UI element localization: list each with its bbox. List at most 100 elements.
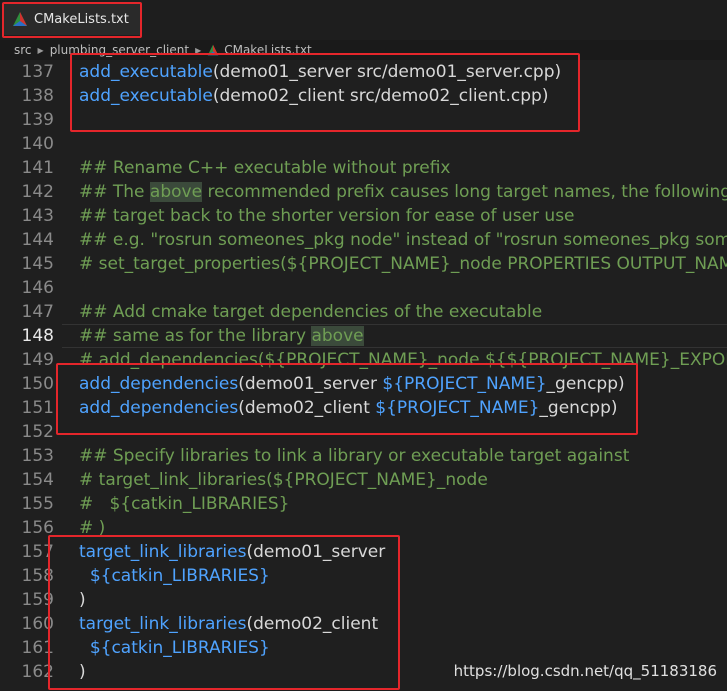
code-token: recommended prefix causes long target na… xyxy=(207,182,727,202)
breadcrumb-item-src[interactable]: src xyxy=(14,43,32,57)
code-line[interactable]: 151 add_dependencies(demo02_client ${PROJ… xyxy=(0,396,727,420)
code-token: ${catkin_LIBRARIES} xyxy=(89,566,270,586)
code-text[interactable]: add_executable(demo01_server src/demo01_… xyxy=(79,60,561,84)
code-line[interactable]: 146 xyxy=(0,276,727,300)
code-text[interactable]: ${catkin_LIBRARIES} xyxy=(79,636,270,660)
code-token: add_executable xyxy=(79,62,213,82)
code-line[interactable]: 150 add_dependencies(demo01_server ${PROJ… xyxy=(0,372,727,396)
code-text[interactable]: # target_link_libraries(${PROJECT_NAME}_… xyxy=(79,468,488,492)
chevron-right-icon: ▶ xyxy=(195,45,202,55)
code-text[interactable]: ## Specify libraries to link a library o… xyxy=(79,444,629,468)
line-number: 146 xyxy=(21,278,54,298)
line-number: 156 xyxy=(21,518,54,538)
code-text[interactable]: # add_dependencies(${PROJECT_NAME}_node … xyxy=(79,348,727,372)
line-number: 139 xyxy=(21,110,54,130)
line-number: 162 xyxy=(21,662,54,682)
code-line[interactable]: 154 # target_link_libraries(${PROJECT_NAM… xyxy=(0,468,727,492)
code-line[interactable]: 143 ## target back to the shorter version… xyxy=(0,204,727,228)
line-number: 141 xyxy=(21,158,54,178)
line-number: 161 xyxy=(21,638,54,658)
line-number: 152 xyxy=(21,422,54,442)
code-text[interactable]: add_dependencies(demo01_server ${PROJECT… xyxy=(79,372,625,396)
code-line[interactable]: 140 xyxy=(0,132,727,156)
code-token: (demo01_server xyxy=(246,542,386,562)
code-token: add_executable xyxy=(79,86,213,106)
code-line[interactable]: 161 ${catkin_LIBRARIES} xyxy=(0,636,727,660)
code-line[interactable]: 148 ## same as for the library above xyxy=(0,324,727,348)
code-token: # set_target_properties(${PROJECT_NAME}_… xyxy=(79,254,727,274)
line-number: 137 xyxy=(21,62,54,82)
tab-cmakelists[interactable]: CMakeLists.txt xyxy=(4,3,142,35)
line-number: 160 xyxy=(21,614,54,634)
code-text[interactable]: add_executable(demo02_client src/demo02_… xyxy=(79,84,548,108)
code-line[interactable]: 141 ## Rename C++ executable without pref… xyxy=(0,156,727,180)
code-token: ## Specify libraries to link a library o… xyxy=(79,446,630,466)
code-token: _gencpp) xyxy=(546,374,625,394)
code-token: above xyxy=(149,182,203,202)
code-line[interactable]: 147 ## Add cmake target dependencies of t… xyxy=(0,300,727,324)
code-token: ${catkin_LIBRARIES} xyxy=(89,638,270,658)
code-text[interactable]: ${catkin_LIBRARIES} xyxy=(79,564,270,588)
code-text[interactable]: # ${catkin_LIBRARIES} xyxy=(79,492,289,516)
code-text[interactable]: ## The above recommended prefix causes l… xyxy=(79,180,727,204)
code-line[interactable]: 144 ## e.g. "rosrun someones_pkg node" in… xyxy=(0,228,727,252)
code-text[interactable]: ## target back to the shorter version fo… xyxy=(79,204,575,228)
code-text[interactable]: ) xyxy=(79,588,86,612)
code-editor[interactable]: 137 add_executable(demo01_server src/demo… xyxy=(0,60,727,691)
code-token: ## target back to the shorter version fo… xyxy=(79,206,575,226)
code-token: ## e.g. "rosrun someones_pkg node" inste… xyxy=(79,230,727,250)
code-token: ## Rename C++ executable without prefix xyxy=(79,158,451,178)
code-line[interactable]: 149 # add_dependencies(${PROJECT_NAME}_no… xyxy=(0,348,727,372)
code-token: ## same as for the library xyxy=(79,326,312,346)
code-text[interactable]: add_dependencies(demo02_client ${PROJECT… xyxy=(79,396,618,420)
code-token: (demo02_client src/demo02_client.cpp) xyxy=(212,86,549,106)
line-number: 157 xyxy=(21,542,54,562)
code-text[interactable]: ## Rename C++ executable without prefix xyxy=(79,156,450,180)
code-line[interactable]: 156 # ) xyxy=(0,516,727,540)
line-number: 149 xyxy=(21,350,54,370)
code-token: target_link_libraries xyxy=(79,614,247,634)
code-token: add_dependencies xyxy=(79,374,239,394)
line-number: 143 xyxy=(21,206,54,226)
code-text[interactable]: ## e.g. "rosrun someones_pkg node" inste… xyxy=(79,228,727,252)
code-token: ) xyxy=(79,662,86,682)
code-text[interactable]: ## same as for the library above xyxy=(79,324,364,348)
line-number: 144 xyxy=(21,230,54,250)
line-number: 150 xyxy=(21,374,54,394)
code-token: above xyxy=(311,326,364,346)
code-text[interactable]: # set_target_properties(${PROJECT_NAME}_… xyxy=(79,252,727,276)
code-line[interactable]: 152 xyxy=(0,420,727,444)
line-number: 148 xyxy=(21,326,54,346)
code-line[interactable]: 158 ${catkin_LIBRARIES} xyxy=(0,564,727,588)
code-token: ${PROJECT_NAME} xyxy=(375,398,540,418)
code-token: add_dependencies xyxy=(79,398,239,418)
watermark: https://blog.csdn.net/qq_51183186 xyxy=(453,662,717,680)
code-text[interactable]: ## Add cmake target dependencies of the … xyxy=(79,300,542,324)
code-line[interactable]: 139 xyxy=(0,108,727,132)
breadcrumb-item-package[interactable]: plumbing_server_client xyxy=(50,43,189,57)
code-token: ) xyxy=(79,590,86,610)
code-line[interactable]: 160 target_link_libraries(demo02_client xyxy=(0,612,727,636)
line-number: 138 xyxy=(21,86,54,106)
code-line[interactable]: 155 # ${catkin_LIBRARIES} xyxy=(0,492,727,516)
breadcrumb-item-file[interactable]: CMakeLists.txt xyxy=(224,43,312,57)
code-token: # target_link_libraries(${PROJECT_NAME}_… xyxy=(79,470,488,490)
code-line[interactable]: 138 add_executable(demo02_client src/demo… xyxy=(0,84,727,108)
code-line[interactable]: 142 ## The above recommended prefix cause… xyxy=(0,180,727,204)
code-line[interactable]: 137 add_executable(demo01_server src/demo… xyxy=(0,60,727,84)
code-text[interactable]: ) xyxy=(79,660,86,684)
code-line[interactable]: 145 # set_target_properties(${PROJECT_NAM… xyxy=(0,252,727,276)
code-token: # add_dependencies(${PROJECT_NAME}_node … xyxy=(79,350,727,370)
code-line[interactable]: 159) xyxy=(0,588,727,612)
code-line[interactable]: 157 target_link_libraries(demo01_server xyxy=(0,540,727,564)
code-token: ## The xyxy=(79,182,150,202)
line-number: 145 xyxy=(21,254,54,274)
code-text[interactable]: # ) xyxy=(79,516,105,540)
code-text[interactable]: target_link_libraries(demo02_client xyxy=(79,612,378,636)
code-text[interactable]: target_link_libraries(demo01_server xyxy=(79,540,385,564)
line-number: 154 xyxy=(21,470,54,490)
code-line[interactable]: 153 ## Specify libraries to link a librar… xyxy=(0,444,727,468)
cmake-icon xyxy=(207,44,219,56)
